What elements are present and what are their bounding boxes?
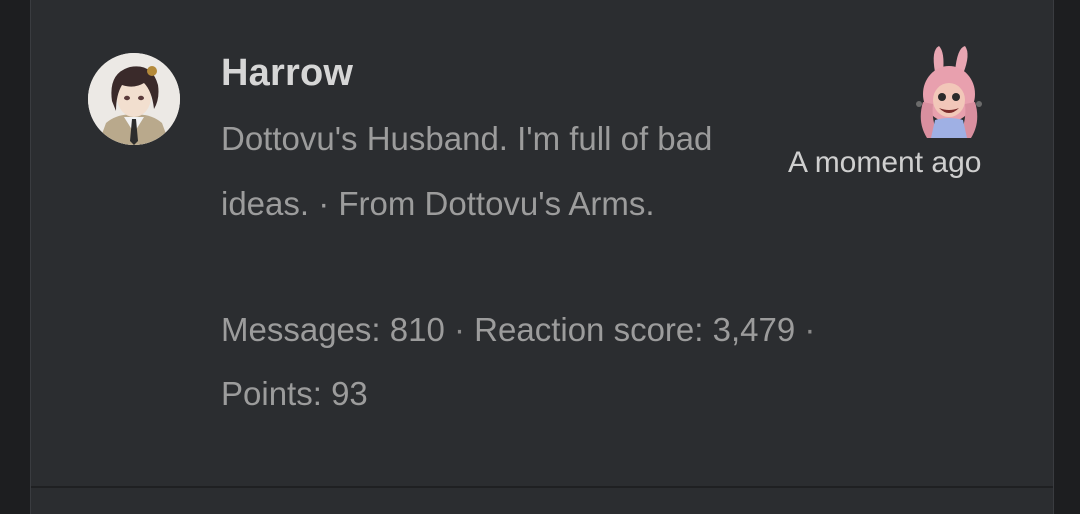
points-label: Points:: [221, 375, 322, 412]
user-stats: Messages: 810 · Reaction score: 3,479 · …: [221, 298, 921, 426]
reaction-emote[interactable]: [909, 42, 989, 142]
reaction-score-value: 3,479: [712, 311, 796, 348]
post-timestamp[interactable]: A moment ago: [788, 146, 981, 180]
username[interactable]: Harrow: [221, 52, 353, 95]
messages-value: 810: [389, 311, 445, 348]
divider: [31, 486, 1053, 488]
points-value: 93: [331, 375, 368, 412]
reaction-score-label: Reaction score:: [474, 311, 704, 348]
messages-label: Messages:: [221, 311, 381, 348]
stat-separator: ·: [453, 311, 465, 348]
reaction-emote-icon: [916, 46, 982, 138]
user-bio: Dottovu's Husband. I'm full of bad ideas…: [221, 120, 713, 222]
avatar[interactable]: [88, 53, 180, 145]
stat-separator: ·: [804, 311, 816, 348]
avatar-icon: [88, 53, 180, 145]
post-card: Harrow Dottovu's Husband. I'm full of ba…: [30, 0, 1054, 514]
